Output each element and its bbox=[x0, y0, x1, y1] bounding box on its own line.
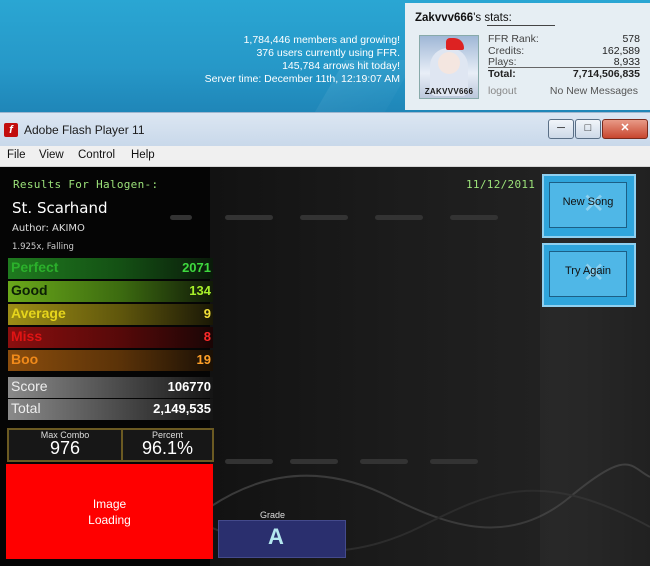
santa-hat-icon bbox=[446, 38, 464, 50]
percent-value: 96.1% bbox=[141, 438, 194, 458]
stats-username[interactable]: Zakvvv666 bbox=[415, 12, 473, 24]
arrows-today: 145,784 arrows hit today! bbox=[282, 60, 400, 72]
lane-dash bbox=[375, 215, 423, 220]
judge-value: 8 bbox=[203, 329, 211, 344]
server-time: Server time: December 11th, 12:19:07 AM bbox=[204, 73, 400, 85]
try-again-button-face: ✕ Try Again bbox=[549, 251, 627, 297]
minimize-button[interactable]: ─ bbox=[548, 119, 574, 139]
stat-row-total: Total: 7,714,506,835 bbox=[488, 67, 640, 80]
judge-value: 134 bbox=[189, 283, 211, 298]
results-date: 11/12/2011 bbox=[466, 178, 536, 191]
judge-value: 9 bbox=[203, 306, 211, 321]
avatar-name: ZAKVVV666 bbox=[424, 87, 474, 96]
score-value: 106770 bbox=[167, 379, 211, 394]
stats-title-suffix: 's stats: bbox=[473, 12, 512, 24]
game-area: Results For Halogen-: 11/12/2011 St. Sca… bbox=[0, 167, 650, 566]
stat-value: 7,714,506,835 bbox=[572, 68, 640, 80]
score-label: Score bbox=[11, 378, 48, 394]
results-heading: Results For Halogen-: bbox=[13, 178, 159, 191]
image-loading-placeholder: Image Loading bbox=[6, 464, 213, 559]
lane-dash bbox=[360, 459, 408, 464]
max-combo-box: Max Combo 976 bbox=[7, 428, 123, 462]
lane-dash bbox=[450, 215, 498, 220]
judge-average: Average 9 bbox=[8, 304, 213, 325]
flash-player-icon: f bbox=[4, 123, 18, 137]
try-again-button[interactable]: ✕ Try Again bbox=[542, 243, 636, 307]
maximize-button[interactable]: □ bbox=[575, 119, 601, 139]
lane-dash bbox=[170, 215, 192, 220]
judge-label: Perfect bbox=[11, 259, 59, 275]
stat-row-rank: FFR Rank: 578 bbox=[488, 33, 640, 45]
try-again-label: Try Again bbox=[564, 265, 612, 277]
judge-miss: Miss 8 bbox=[8, 327, 213, 348]
lane-dash bbox=[300, 215, 348, 220]
messages-link[interactable]: No New Messages bbox=[550, 85, 638, 97]
image-loading-line1: Image bbox=[92, 497, 127, 511]
lane-dash bbox=[225, 215, 273, 220]
avatar-face bbox=[438, 52, 460, 74]
max-combo-value: 976 bbox=[49, 438, 81, 458]
members-count: 1,784,446 members and growing! bbox=[243, 34, 400, 46]
menu-control[interactable]: Control bbox=[78, 149, 115, 161]
new-song-button-face: ✕ New Song bbox=[549, 182, 627, 228]
menu-help[interactable]: Help bbox=[131, 149, 155, 161]
total-row: Total 2,149,535 bbox=[8, 399, 213, 420]
play-mods: 1.925x, Falling bbox=[12, 242, 74, 252]
judge-value: 2071 bbox=[182, 260, 211, 275]
user-stats-panel: Zakvvv666's stats: ZAKVVV666 FFR Rank: 57… bbox=[405, 3, 650, 110]
song-title: St. Scarhand bbox=[12, 199, 108, 217]
stats-title: Zakvvv666's stats: bbox=[415, 12, 512, 24]
percent-box: Percent 96.1% bbox=[121, 428, 214, 462]
grade-value: A bbox=[268, 524, 284, 549]
close-button[interactable]: ✕ bbox=[602, 119, 648, 139]
window-titlebar[interactable]: f Adobe Flash Player 11 ─ □ ✕ bbox=[0, 112, 650, 147]
judge-label: Miss bbox=[11, 328, 43, 344]
users-online: 376 users currently using FFR. bbox=[256, 47, 400, 59]
judge-good: Good 134 bbox=[8, 281, 213, 302]
new-song-button[interactable]: ✕ New Song bbox=[542, 174, 636, 238]
grade-label: Grade bbox=[260, 510, 286, 520]
judge-perfect: Perfect 2071 bbox=[8, 258, 213, 279]
menu-file[interactable]: File bbox=[7, 149, 26, 161]
judge-value: 19 bbox=[196, 352, 211, 367]
stat-value: 578 bbox=[622, 33, 640, 45]
total-label: Total bbox=[11, 400, 41, 416]
stat-label: Total: bbox=[488, 68, 516, 80]
judge-label: Average bbox=[11, 305, 66, 321]
image-loading-line2: Loading bbox=[88, 513, 131, 527]
lane-dash bbox=[430, 459, 478, 464]
window-title: Adobe Flash Player 11 bbox=[24, 123, 145, 137]
new-song-label: New Song bbox=[562, 196, 614, 208]
stat-label: FFR Rank: bbox=[488, 33, 539, 45]
total-value: 2,149,535 bbox=[153, 401, 211, 416]
logout-link[interactable]: logout bbox=[488, 85, 517, 97]
lane-dash bbox=[290, 459, 338, 464]
menu-bar: File View Control Help bbox=[0, 146, 650, 167]
menu-view[interactable]: View bbox=[39, 149, 64, 161]
song-author: Author: AKIMO bbox=[12, 223, 85, 234]
lane-dash bbox=[225, 459, 273, 464]
title-underline bbox=[487, 25, 555, 26]
score-row: Score 106770 bbox=[8, 377, 213, 398]
judge-boo: Boo 19 bbox=[8, 350, 213, 371]
judge-label: Boo bbox=[11, 351, 39, 367]
judge-label: Good bbox=[11, 282, 48, 298]
